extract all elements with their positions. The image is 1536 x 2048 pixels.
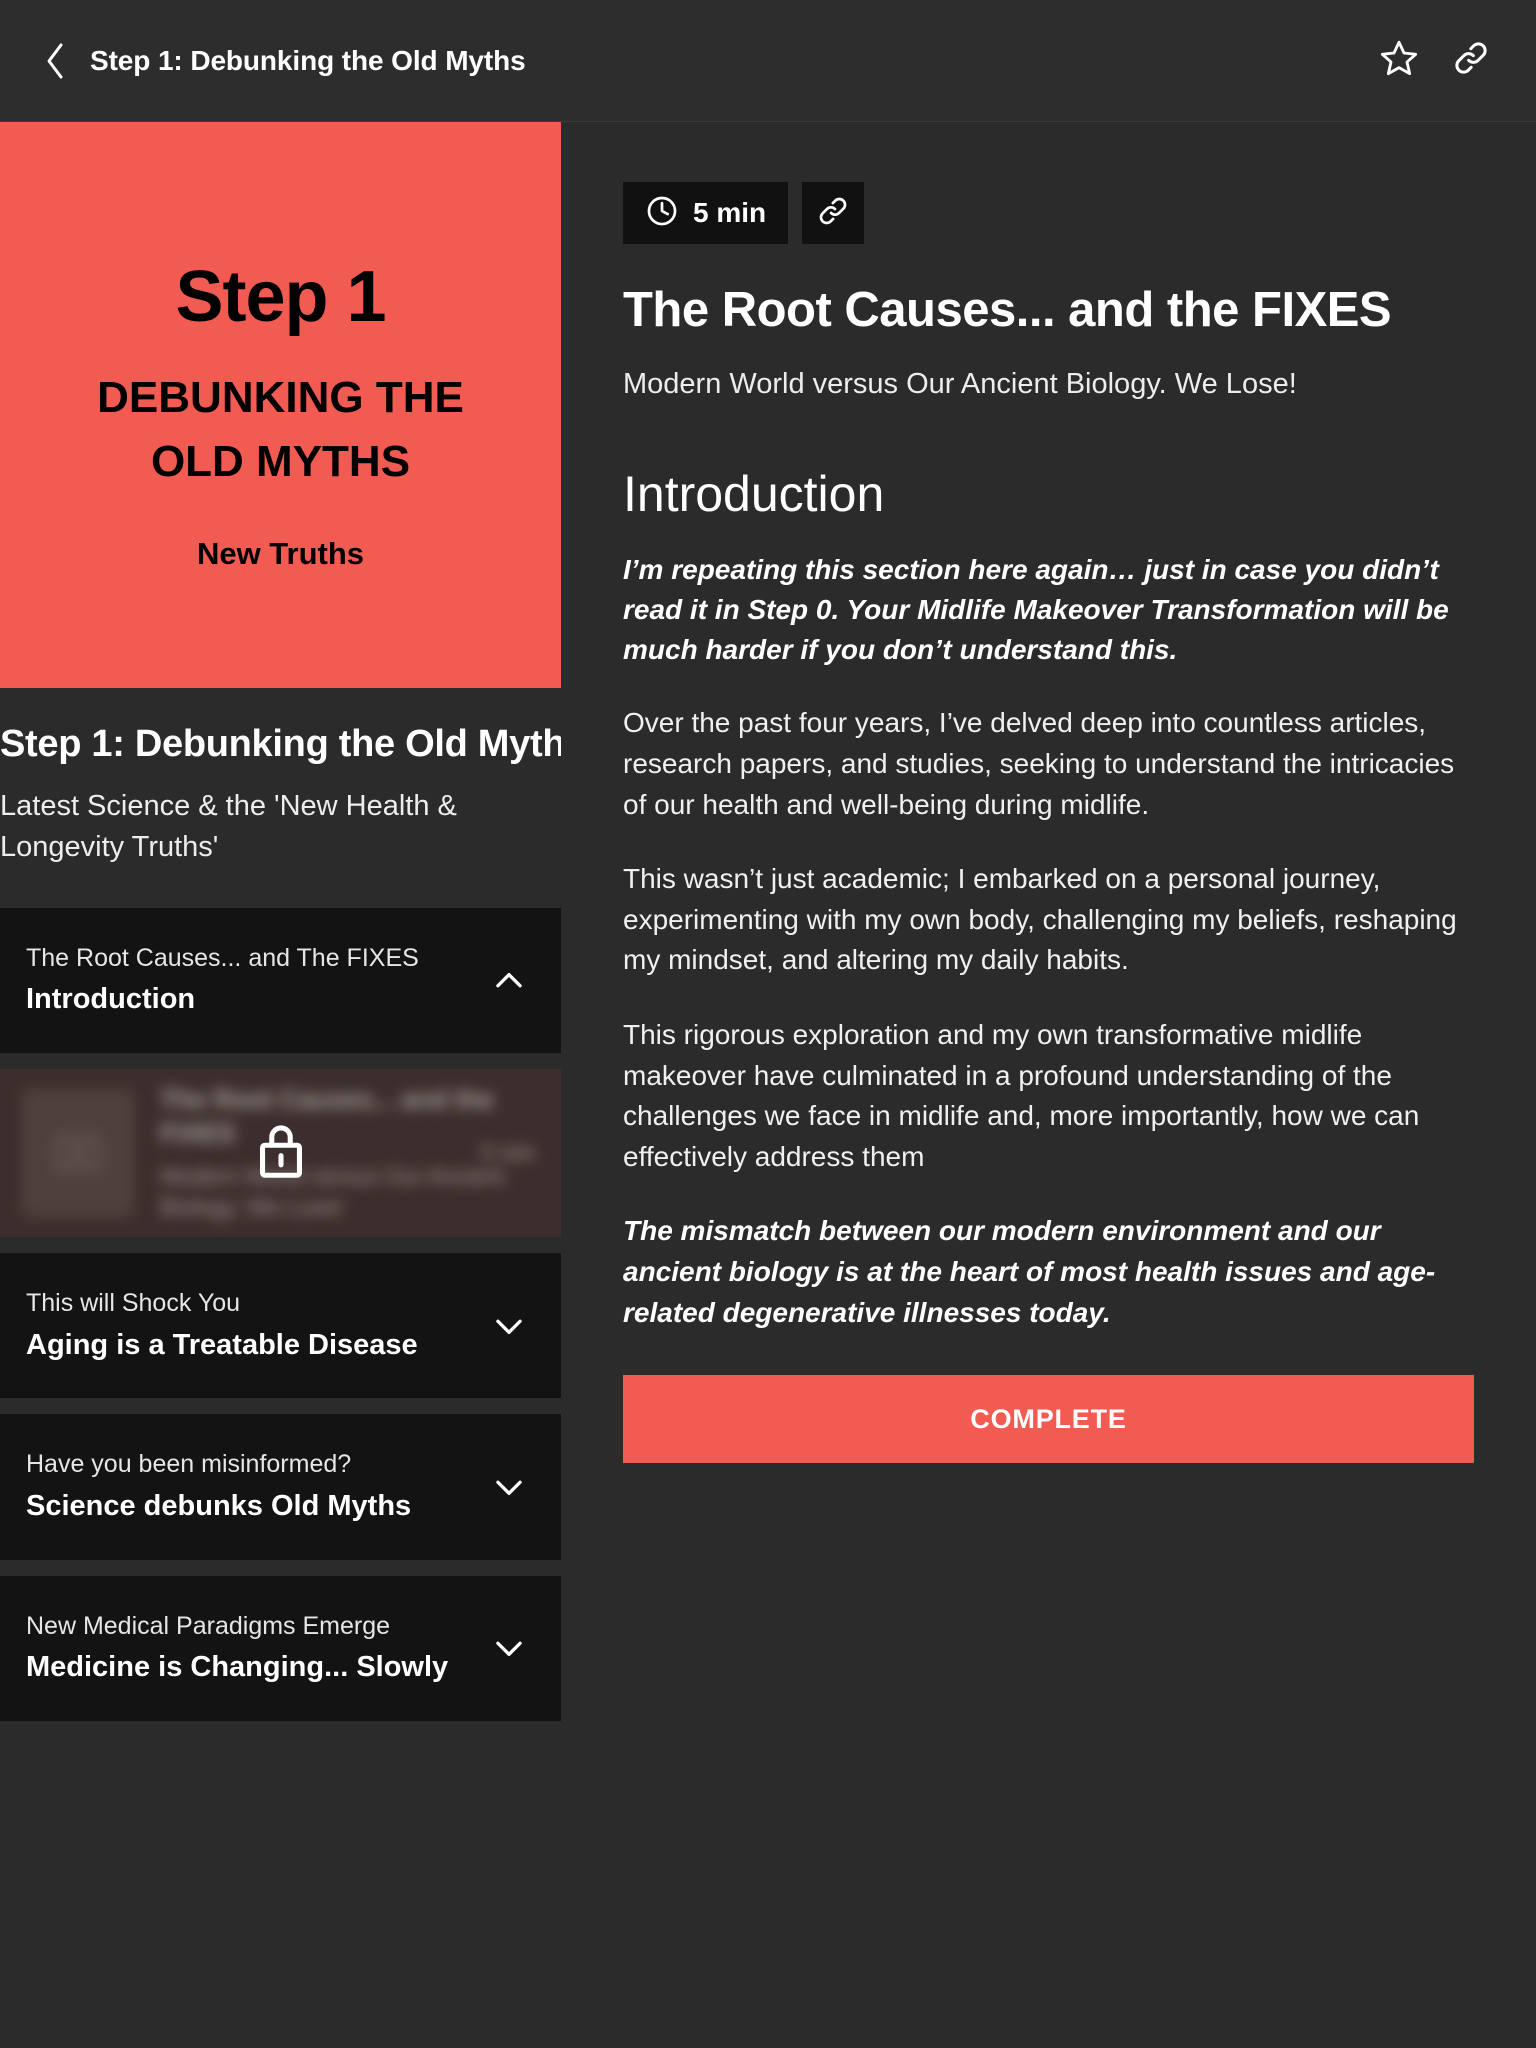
article-paragraph: This rigorous exploration and my own tra… xyxy=(623,1019,1420,1172)
lesson-sidebar: Step 1 DEBUNKING THE OLD MYTHS New Truth… xyxy=(0,122,561,2048)
lesson-subtitle: Latest Science & the 'New Health & Longe… xyxy=(0,789,457,863)
accordion-item-texts: The Root Causes... and The FIXES Introdu… xyxy=(26,942,419,1019)
share-link-button[interactable] xyxy=(1448,38,1494,84)
lesson-meta-row: 5 min xyxy=(623,182,1474,244)
lesson-content-panel: 5 min The Root Causes... and the FIXES M… xyxy=(561,122,1536,2048)
chevron-down-icon[interactable] xyxy=(487,1304,531,1348)
accordion-item-kicker: The Root Causes... and The FIXES xyxy=(26,943,419,972)
lesson-accordion: The Root Causes... and The FIXES Introdu… xyxy=(0,907,561,1721)
clock-icon xyxy=(645,194,679,233)
duration-label: 5 min xyxy=(693,197,767,228)
locked-lesson-card[interactable]: The Root Causes... and the FIXES Modern … xyxy=(0,1069,561,1238)
accordion-item-kicker: New Medical Paradigms Emerge xyxy=(26,1611,391,1640)
accordion-item-aging[interactable]: This will Shock You Aging is a Treatable… xyxy=(0,1253,561,1399)
copy-link-button[interactable] xyxy=(802,182,865,244)
hero-cover-image: Step 1 DEBUNKING THE OLD MYTHS New Truth… xyxy=(0,122,561,688)
app-top-bar: Step 1: Debunking the Old Myths xyxy=(0,0,1536,122)
book-icon xyxy=(22,1089,134,1218)
link-icon xyxy=(1451,38,1491,83)
lesson-title: Step 1: Debunking the Old Myths xyxy=(0,723,561,765)
article-title: The Root Causes... and the FIXES xyxy=(623,283,1392,337)
content-area: Step 1 DEBUNKING THE OLD MYTHS New Truth… xyxy=(0,122,1536,2048)
top-bar-actions xyxy=(1376,38,1494,84)
article-closing-paragraph: The mismatch between our modern environm… xyxy=(623,1215,1436,1328)
duration-badge: 5 min xyxy=(623,182,789,244)
article-paragraph: Over the past four years, I’ve delved de… xyxy=(623,707,1455,820)
article-paragraph: This wasn’t just academic; I embarked on… xyxy=(623,863,1457,976)
hero-sub-label: New Truths xyxy=(196,535,365,571)
accordion-item-kicker: Have you been misinformed? xyxy=(26,1450,352,1479)
locked-card-description: Modern World versus Our Ancient Biology.… xyxy=(160,1162,505,1220)
locked-card-content: The Root Causes... and the FIXES Modern … xyxy=(0,1069,561,1237)
accordion-item-title: Medicine is Changing... Slowly xyxy=(26,1651,449,1683)
page-title: Step 1: Debunking the Old Myths xyxy=(90,44,526,76)
accordion-item-title: Science debunks Old Myths xyxy=(26,1489,412,1522)
chevron-left-icon xyxy=(43,41,67,81)
hero-main-label: DEBUNKING THE OLD MYTHS xyxy=(97,373,464,486)
accordion-item-texts: Have you been misinformed? Science debun… xyxy=(26,1448,411,1525)
accordion-item-kicker: This will Shock You xyxy=(26,1289,241,1318)
link-icon xyxy=(816,194,850,233)
star-outline-icon xyxy=(1379,38,1419,83)
chevron-down-icon[interactable] xyxy=(487,1465,531,1509)
chevron-up-icon[interactable] xyxy=(487,959,531,1003)
accordion-item-medicine-changing[interactable]: New Medical Paradigms Emerge Medicine is… xyxy=(0,1575,561,1721)
accordion-item-texts: New Medical Paradigms Emerge Medicine is… xyxy=(26,1610,448,1687)
back-button[interactable] xyxy=(34,40,76,82)
hero-step-label: Step 1 xyxy=(175,257,386,338)
chevron-down-icon[interactable] xyxy=(487,1626,531,1670)
accordion-item-science-debunks[interactable]: Have you been misinformed? Science debun… xyxy=(0,1414,561,1560)
accordion-item-title: Introduction xyxy=(26,983,196,1016)
locked-card-duration: 5 min xyxy=(481,1140,535,1166)
accordion-item-introduction[interactable]: The Root Causes... and The FIXES Introdu… xyxy=(0,907,561,1054)
article-lead-paragraph: I’m repeating this section here again… j… xyxy=(623,554,1449,665)
accordion-item-texts: This will Shock You Aging is a Treatable… xyxy=(26,1287,418,1364)
accordion-item-title: Aging is a Treatable Disease xyxy=(26,1328,418,1361)
article-description: Modern World versus Our Ancient Biology.… xyxy=(623,368,1297,401)
complete-button[interactable]: COMPLETE xyxy=(623,1375,1474,1464)
article-section-heading: Introduction xyxy=(623,466,885,523)
favorite-button[interactable] xyxy=(1376,38,1422,84)
